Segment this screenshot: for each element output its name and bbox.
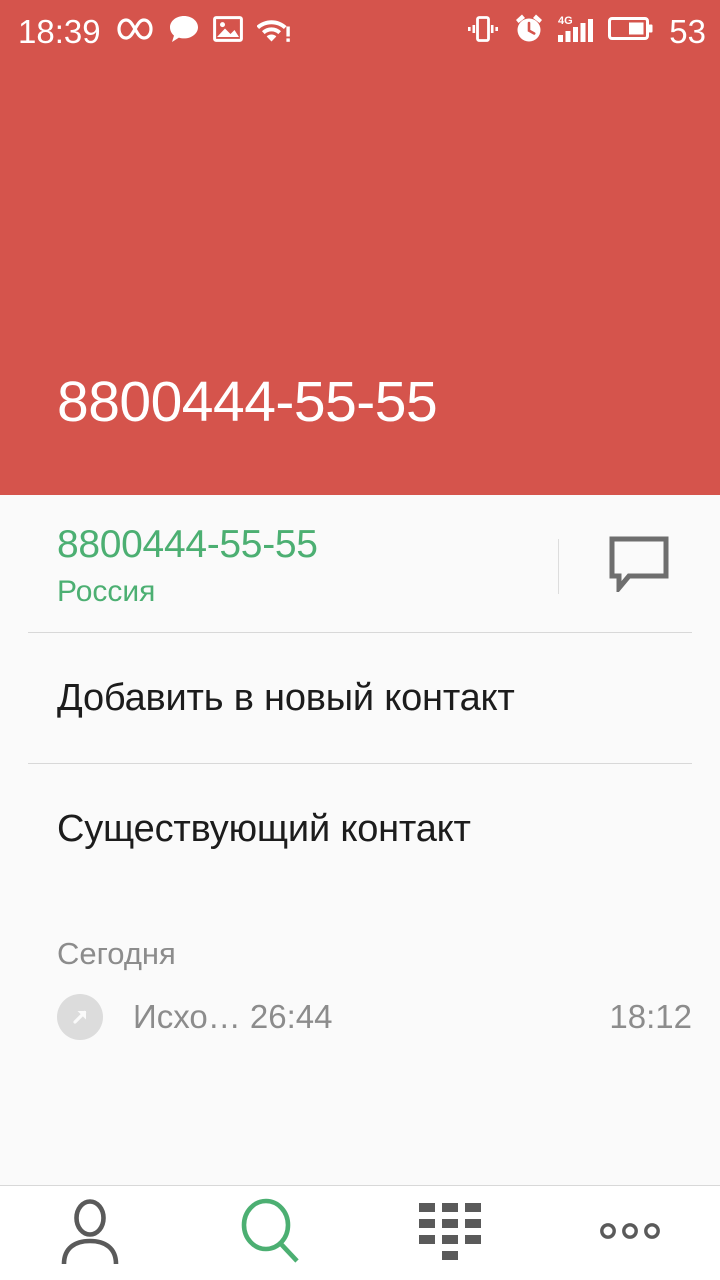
battery-percent: 53: [669, 12, 706, 50]
nav-item-more[interactable]: [540, 1186, 720, 1280]
bottom-navigation-bar: [0, 1185, 720, 1280]
number-card-country: Россия: [57, 574, 156, 608]
infinity-icon: [115, 16, 155, 47]
call-header: 8800444-55-55: [0, 62, 720, 495]
wifi-alert-icon: [255, 15, 291, 48]
status-bar-left: 18:39: [18, 15, 291, 48]
status-bar: 18:39 4G 53: [0, 0, 720, 62]
search-icon: [238, 1198, 302, 1269]
call-time: 18:12: [609, 998, 692, 1036]
call-history-section-title: Сегодня: [57, 936, 176, 972]
add-new-contact-row[interactable]: Добавить в новый контакт: [0, 633, 720, 763]
message-bubble-icon: [608, 536, 670, 597]
send-sms-button[interactable]: [558, 523, 720, 610]
status-bar-right: 4G 53: [466, 13, 706, 49]
call-history-row[interactable]: Исхо… 26:44 18:12: [0, 972, 720, 1041]
existing-contact-label: Существующий контакт: [57, 807, 471, 850]
nav-item-dialpad[interactable]: [360, 1186, 540, 1280]
nav-item-contacts[interactable]: [0, 1186, 180, 1280]
svg-text:4G: 4G: [558, 15, 573, 27]
number-card[interactable]: 8800444-55-55 Россия: [0, 495, 720, 632]
signal-4g-icon: 4G: [558, 13, 595, 49]
vibrate-icon: [466, 14, 500, 49]
more-dots-icon: [599, 1221, 661, 1246]
existing-contact-row[interactable]: Существующий контакт: [0, 764, 720, 894]
number-card-phone: 8800444-55-55: [57, 523, 318, 566]
alarm-clock-icon: [513, 13, 545, 49]
outgoing-call-arrow-icon: [57, 994, 103, 1041]
nav-item-search[interactable]: [180, 1186, 360, 1280]
battery-icon: [608, 15, 653, 47]
add-new-contact-label: Добавить в новый контакт: [57, 676, 515, 719]
number-info: 8800444-55-55 Россия: [0, 523, 558, 610]
content-area: 8800444-55-55 Россия Добавить в новый ко…: [0, 495, 720, 1185]
header-phone-number: 8800444-55-55: [57, 370, 438, 434]
call-type-duration: Исхо… 26:44: [133, 998, 333, 1036]
status-clock: 18:39: [18, 12, 101, 50]
person-icon: [59, 1198, 121, 1269]
photo-icon: [212, 15, 243, 48]
dialpad-icon: [417, 1201, 483, 1266]
message-bubble-icon: [169, 15, 199, 48]
phone-dialer-screen: 18:39 4G 53 8800444-55-55 8800444-55-55 …: [0, 0, 720, 1280]
